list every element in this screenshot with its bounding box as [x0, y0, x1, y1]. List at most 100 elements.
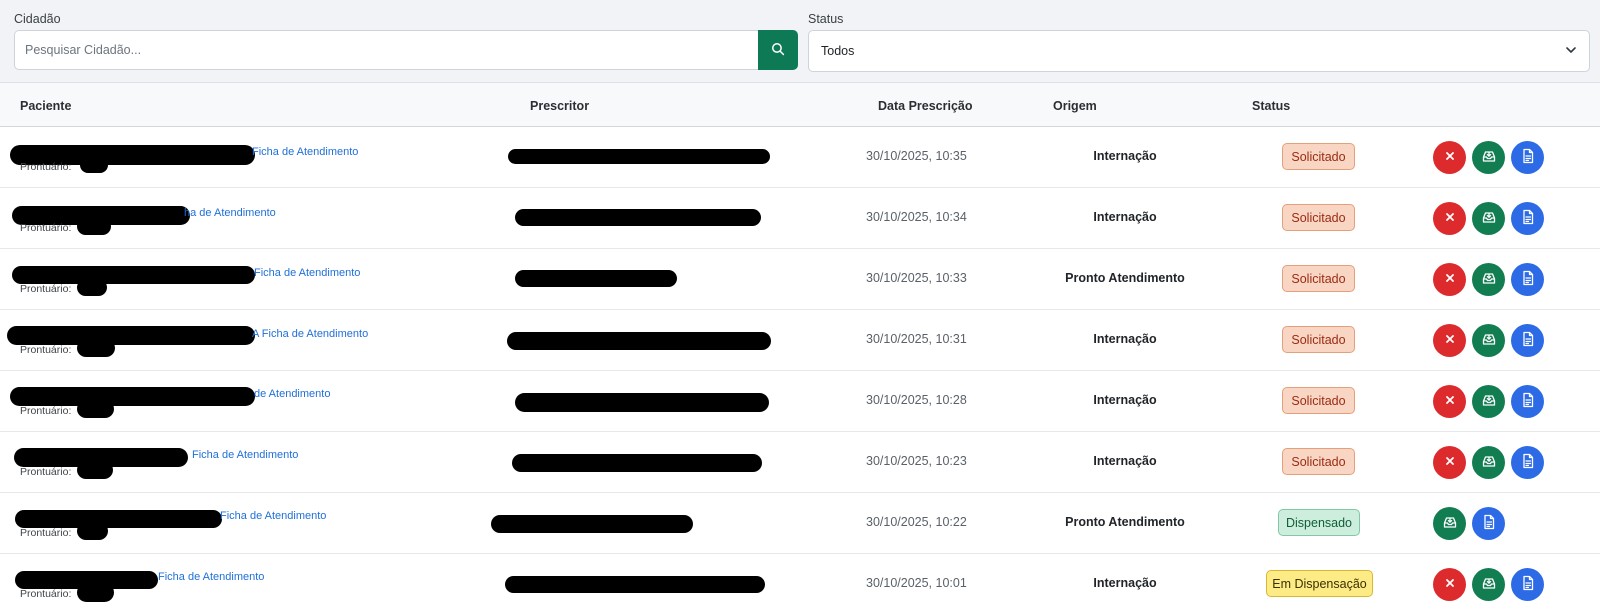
redacted-prescriber — [512, 454, 762, 472]
close-icon — [1444, 272, 1456, 287]
inbox-download-icon — [1481, 270, 1497, 289]
prontuario-label: Prontuário: — [20, 466, 72, 478]
cancel-button[interactable] — [1433, 446, 1466, 479]
inbox-download-icon — [1481, 453, 1497, 472]
prontuario-label: Prontuário: — [20, 344, 72, 356]
ficha-atendimento-link[interactable]: Ficha de Atendimento — [220, 510, 326, 522]
col-prescritor: Prescritor — [530, 99, 590, 113]
table-row: Ficha de Atendimento Prontuário: 30/10/2… — [0, 249, 1600, 310]
cancel-button[interactable] — [1433, 263, 1466, 296]
close-icon — [1444, 150, 1456, 165]
ficha-atendimento-link[interactable]: Ficha de Atendimento — [252, 146, 358, 158]
origin: Pronto Atendimento — [1065, 271, 1185, 285]
document-button[interactable] — [1511, 263, 1544, 296]
document-button[interactable] — [1472, 507, 1505, 540]
redacted-prontuario — [77, 583, 114, 602]
ficha-atendimento-link[interactable]: de Atendimento — [254, 388, 330, 400]
cancel-button[interactable] — [1433, 385, 1466, 418]
redacted-prescriber — [515, 393, 769, 412]
cidadao-label: Cidadão — [14, 12, 61, 26]
status-label: Status — [808, 12, 844, 26]
dispense-button[interactable] — [1433, 507, 1466, 540]
origin: Internação — [1093, 454, 1157, 468]
redacted-prontuario — [77, 522, 108, 540]
prescription-date: 30/10/2025, 10:31 — [866, 332, 967, 346]
dispense-button[interactable] — [1472, 324, 1505, 357]
inbox-download-icon — [1481, 575, 1497, 594]
redacted-prescriber — [515, 270, 677, 287]
redacted-prescriber — [505, 576, 765, 593]
status-select-value: Todos — [821, 44, 855, 58]
redacted-prontuario — [80, 157, 108, 173]
document-button[interactable] — [1511, 385, 1544, 418]
cancel-button[interactable] — [1433, 568, 1466, 601]
ficha-atendimento-link[interactable]: A Ficha de Atendimento — [252, 328, 368, 340]
redacted-prontuario — [77, 218, 111, 235]
ficha-atendimento-link[interactable]: Ficha de Atendimento — [192, 449, 298, 461]
status-badge: Solicitado — [1282, 143, 1355, 170]
close-icon — [1444, 394, 1456, 409]
cancel-button[interactable] — [1433, 141, 1466, 174]
prontuario-label: Prontuário: — [20, 222, 72, 234]
col-status: Status — [1252, 99, 1291, 113]
redacted-prontuario — [77, 461, 113, 479]
ficha-atendimento-link[interactable]: Ficha de Atendimento — [254, 267, 360, 279]
inbox-download-icon — [1481, 392, 1497, 411]
prescription-date: 30/10/2025, 10:33 — [866, 271, 967, 285]
status-select[interactable]: Todos — [808, 30, 1590, 72]
dispense-button[interactable] — [1472, 202, 1505, 235]
ficha-atendimento-link[interactable]: ha de Atendimento — [184, 207, 276, 219]
dispense-button[interactable] — [1472, 446, 1505, 479]
search-button[interactable] — [758, 30, 798, 70]
redacted-prescriber — [508, 149, 770, 164]
close-icon — [1444, 211, 1456, 226]
cancel-button[interactable] — [1433, 202, 1466, 235]
col-paciente: Paciente — [20, 99, 72, 113]
dispense-button[interactable] — [1472, 141, 1505, 174]
table-row: Ficha de Atendimento Prontuário: 30/10/2… — [0, 127, 1600, 188]
status-badge: Solicitado — [1282, 326, 1355, 353]
close-icon — [1444, 333, 1456, 348]
table-row: de Atendimento Prontuário: 30/10/2025, 1… — [0, 371, 1600, 432]
document-icon — [1521, 453, 1535, 472]
status-badge: Dispensado — [1278, 509, 1360, 536]
document-icon — [1521, 209, 1535, 228]
prescription-date: 30/10/2025, 10:23 — [866, 454, 967, 468]
prontuario-label: Prontuário: — [20, 588, 72, 600]
status-badge: Em Dispensação — [1266, 570, 1373, 597]
document-icon — [1521, 392, 1535, 411]
redacted-prontuario — [77, 279, 107, 296]
document-button[interactable] — [1511, 141, 1544, 174]
prontuario-label: Prontuário: — [20, 161, 72, 173]
document-icon — [1482, 514, 1496, 533]
redacted-prontuario — [77, 339, 115, 357]
cancel-button[interactable] — [1433, 324, 1466, 357]
redacted-prescriber — [515, 209, 761, 226]
dispense-button[interactable] — [1472, 263, 1505, 296]
dispense-button[interactable] — [1472, 385, 1505, 418]
redacted-prescriber — [507, 332, 771, 350]
document-icon — [1521, 148, 1535, 167]
prescription-date: 30/10/2025, 10:34 — [866, 210, 967, 224]
prescription-date: 30/10/2025, 10:28 — [866, 393, 967, 407]
redacted-patient-name — [10, 387, 255, 406]
origin: Pronto Atendimento — [1065, 515, 1185, 529]
document-icon — [1521, 575, 1535, 594]
prontuario-label: Prontuário: — [20, 405, 72, 417]
document-button[interactable] — [1511, 202, 1544, 235]
document-button[interactable] — [1511, 446, 1544, 479]
chevron-down-icon — [1565, 44, 1577, 59]
ficha-atendimento-link[interactable]: Ficha de Atendimento — [158, 571, 264, 583]
prescription-date: 30/10/2025, 10:01 — [866, 576, 967, 590]
document-button[interactable] — [1511, 568, 1544, 601]
table-row: Ficha de Atendimento Prontuário: 30/10/2… — [0, 432, 1600, 493]
filter-bar: Cidadão Status Todos — [0, 0, 1600, 82]
search-input[interactable] — [14, 30, 758, 70]
origin: Internação — [1093, 210, 1157, 224]
redacted-patient-name — [15, 510, 222, 528]
dispense-button[interactable] — [1472, 568, 1505, 601]
search-group — [14, 30, 798, 70]
document-button[interactable] — [1511, 324, 1544, 357]
inbox-download-icon — [1442, 514, 1458, 533]
status-badge: Solicitado — [1282, 204, 1355, 231]
